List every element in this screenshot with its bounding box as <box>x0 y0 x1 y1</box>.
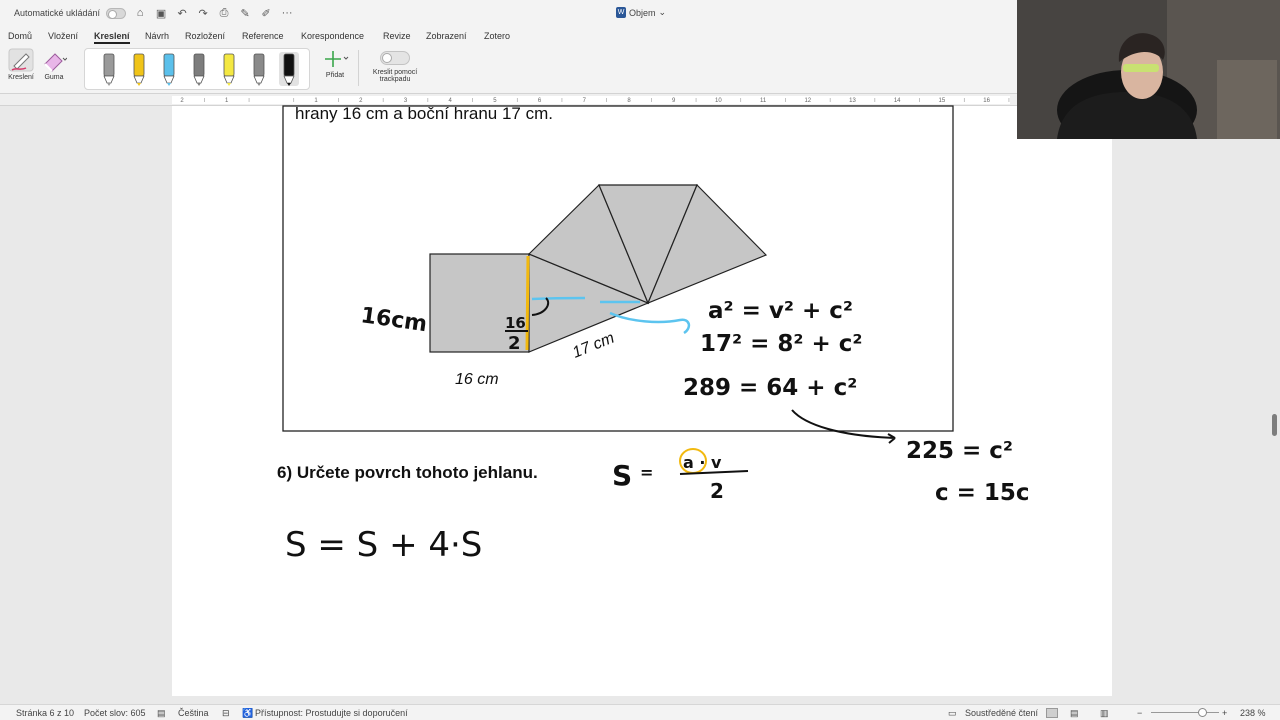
ink-eq1: a² = v² + c² <box>708 298 853 324</box>
ink-equals: = <box>640 463 653 482</box>
print-layout-view-button[interactable] <box>1046 708 1058 718</box>
status-focus[interactable]: Soustředěné čtení <box>965 708 1038 718</box>
accessibility-icon[interactable]: ♿ <box>242 708 253 719</box>
zoom-out-button[interactable]: − <box>1137 708 1142 718</box>
status-word-count[interactable]: Počet slov: 605 <box>84 708 146 718</box>
webcam-video <box>1017 0 1280 139</box>
ink-blue-line-1 <box>531 296 586 301</box>
ink-frac-bot: 2 <box>710 479 724 503</box>
ink-frac-num: 16 <box>505 314 526 332</box>
ink-surface: S = S + 4·S <box>285 525 482 565</box>
vertical-scrollbar-thumb[interactable] <box>1272 414 1277 436</box>
proofing-icon[interactable]: ▤ <box>157 708 166 719</box>
outline-view-button[interactable]: ▥ <box>1100 708 1109 719</box>
zoom-slider-thumb[interactable] <box>1198 708 1207 717</box>
web-layout-view-button[interactable]: ▤ <box>1070 708 1079 719</box>
track-changes-icon[interactable]: ⊟ <box>222 708 230 719</box>
status-zoom[interactable]: 238 % <box>1240 708 1266 718</box>
ink-arrow <box>791 409 896 444</box>
focus-icon[interactable]: ▭ <box>948 708 957 719</box>
status-language[interactable]: Čeština <box>178 708 209 718</box>
label-17cm: 17 cm <box>570 330 617 362</box>
ink-eq5: c = 15c <box>935 480 1030 506</box>
ink-frac-den: 2 <box>508 333 521 354</box>
ink-eq4: 225 = c² <box>906 438 1013 464</box>
ink-eq3: 289 = 64 + c² <box>683 375 857 401</box>
status-bar: Stránka 6 z 10 Počet slov: 605 ▤ Čeština… <box>0 704 1280 720</box>
ink-yellow-height <box>525 255 530 351</box>
ink-frac-top: a · v <box>683 453 722 472</box>
label-16cm: 16 cm <box>455 371 499 388</box>
ink-16cm: 16cm <box>359 303 428 337</box>
ink-sdelta: S <box>612 459 632 492</box>
status-accessibility[interactable]: Přístupnost: Prostudujte si doporučení <box>255 708 408 718</box>
status-page[interactable]: Stránka 6 z 10 <box>16 708 74 718</box>
ink-eq2: 17² = 8² + c² <box>700 331 862 357</box>
zoom-in-button[interactable]: + <box>1222 708 1227 718</box>
ink-blue-arrow <box>609 311 691 335</box>
webcam-person-image <box>1017 0 1280 139</box>
zoom-slider-track[interactable] <box>1151 712 1219 713</box>
